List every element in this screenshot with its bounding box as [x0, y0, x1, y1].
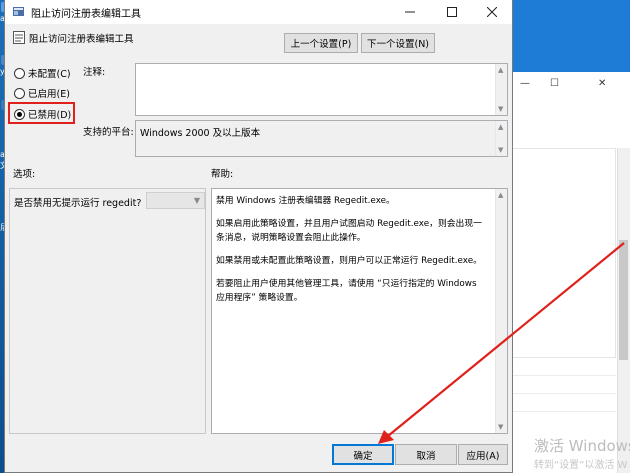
help-scrollbar[interactable]: ▲ ▼	[495, 189, 507, 433]
help-label: 帮助:	[211, 169, 234, 180]
close-icon	[487, 7, 497, 17]
help-paragraph: 如果禁用或未配置此策略设置，则用户可以正常运行 Regedit.exe。	[216, 256, 482, 266]
supported-scrollbar[interactable]: ▲ ▼	[495, 121, 507, 156]
option-dropdown[interactable]: ▼	[146, 192, 205, 209]
minimize-button[interactable]	[390, 0, 430, 24]
help-paragraph: 如果启用此策略设置，并且用户试图启动 Regedit.exe，则会出现一条消息，…	[216, 219, 482, 243]
scroll-up-icon[interactable]: ▲	[498, 123, 503, 131]
supported-platform-label: 支持的平台:	[83, 127, 134, 138]
background-maximize-button[interactable]: ☐	[550, 78, 559, 89]
help-paragraph: 若要阻止用户使用其他管理工具，请使用 “只运行指定的 Windows 应用程序”…	[216, 279, 477, 303]
policy-settings-icon	[13, 7, 24, 16]
maximize-icon	[447, 7, 457, 17]
scroll-up-icon[interactable]: ▲	[498, 66, 503, 74]
previous-setting-button[interactable]: 上一个设置(P)	[284, 33, 358, 53]
dialog-titlebar[interactable]: 阻止访问注册表编辑工具	[5, 0, 512, 24]
background-list-row[interactable]	[512, 358, 616, 376]
supported-platform-field: Windows 2000 及以上版本 ▲ ▼	[135, 120, 508, 157]
policy-name: 阻止访问注册表编辑工具	[29, 34, 134, 45]
background-scrollbar-thumb[interactable]	[619, 240, 628, 360]
background-close-button[interactable]: ✕	[598, 78, 606, 89]
policy-dialog: 阻止访问注册表编辑工具 阻止访问注册表编辑工具 上一个设置(P) 下一个设置(N…	[4, 0, 513, 473]
scroll-down-icon[interactable]: ▼	[498, 146, 503, 154]
help-text: 禁用 Windows 注册表编辑器 Regedit.exe。 如果启用此策略设置…	[216, 194, 486, 314]
background-list-row[interactable]	[512, 394, 616, 412]
background-list-row[interactable]	[512, 376, 616, 394]
radio-button[interactable]	[14, 87, 25, 99]
radio-not-configured[interactable]: 未配置(C)	[14, 66, 71, 80]
next-setting-button[interactable]: 下一个设置(N)	[361, 33, 435, 53]
highlight-box	[8, 102, 75, 124]
supported-platform-value: Windows 2000 及以上版本	[140, 128, 261, 139]
background-minimize-button[interactable]: —	[520, 78, 530, 89]
maximize-button[interactable]	[432, 0, 472, 24]
ok-button[interactable]: 确定	[332, 444, 394, 465]
help-pane: 禁用 Windows 注册表编辑器 Regedit.exe。 如果启用此策略设置…	[211, 188, 508, 434]
radio-label: 未配置(C)	[28, 69, 71, 80]
comment-textarea[interactable]: ▲ ▼	[135, 63, 508, 116]
scroll-down-icon[interactable]: ▼	[498, 105, 503, 113]
chevron-down-icon[interactable]: ▼	[194, 196, 200, 205]
radio-enabled[interactable]: 已启用(E)	[14, 86, 70, 100]
help-paragraph: 禁用 Windows 注册表编辑器 Regedit.exe。	[216, 196, 395, 206]
dialog-title: 阻止访问注册表编辑工具	[31, 9, 141, 20]
comment-scrollbar[interactable]: ▲ ▼	[495, 64, 507, 115]
activation-watermark: 激活 Windows	[534, 437, 630, 455]
activation-watermark-hint: 转到“设置”以激活 W	[534, 460, 628, 471]
cancel-button[interactable]: 取消	[395, 444, 457, 465]
background-file-pane	[512, 148, 616, 358]
scroll-down-icon[interactable]: ▼	[498, 423, 503, 431]
policy-document-icon	[13, 31, 25, 44]
radio-button[interactable]	[14, 67, 25, 79]
scroll-up-icon[interactable]: ▲	[498, 191, 503, 199]
option-item-label: 是否禁用无提示运行 regedit?	[14, 198, 142, 209]
minimize-icon	[405, 11, 415, 13]
options-label: 选项:	[13, 169, 36, 180]
radio-label: 已启用(E)	[28, 89, 70, 100]
options-pane: 是否禁用无提示运行 regedit? ▼	[9, 188, 206, 434]
apply-button[interactable]: 应用(A)	[458, 444, 508, 465]
comment-label: 注释:	[83, 67, 106, 78]
close-button[interactable]	[472, 0, 512, 24]
